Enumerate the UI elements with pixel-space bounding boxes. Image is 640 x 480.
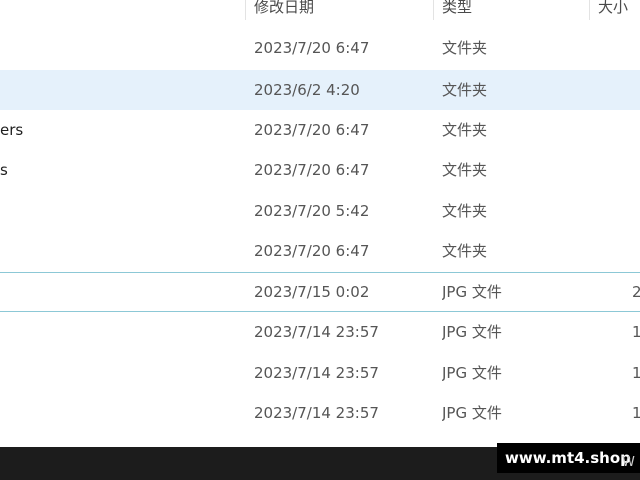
file-row[interactable]: 2023/7/14 23:57 JPG 文件 1: [0, 393, 640, 433]
file-size: 1: [632, 323, 640, 341]
file-modified-date: 2023/7/20 6:47: [254, 161, 370, 179]
file-type: 文件夹: [442, 242, 488, 260]
file-modified-date: 2023/7/20 5:42: [254, 202, 370, 220]
watermark-tail: W: [622, 455, 635, 470]
file-type: JPG 文件: [442, 364, 502, 382]
file-size: [632, 231, 640, 271]
file-size: 1: [632, 404, 640, 422]
file-row[interactable]: 2023/7/20 6:47 文件夹: [0, 231, 640, 271]
file-name: [0, 273, 240, 311]
file-type: 文件夹: [442, 81, 488, 99]
column-header-bar: 修改日期 类型 大小: [0, 0, 640, 20]
file-row[interactable]: 2023/7/20 6:47 文件夹: [0, 28, 640, 68]
file-name: s: [0, 161, 8, 179]
file-size: [632, 150, 640, 190]
file-type: JPG 文件: [442, 404, 502, 422]
file-name: [0, 353, 240, 393]
file-name: [0, 191, 240, 231]
file-size: [632, 110, 640, 150]
file-name: [0, 231, 240, 271]
file-modified-date: 2023/7/20 6:47: [254, 121, 370, 139]
file-type: 文件夹: [442, 121, 488, 139]
file-name: [0, 28, 240, 68]
file-type: 文件夹: [442, 39, 488, 57]
file-modified-date: 2023/7/14 23:57: [254, 404, 379, 422]
file-type: 文件夹: [442, 161, 488, 179]
file-row[interactable]: 2023/7/14 23:57 JPG 文件 1: [0, 353, 640, 393]
file-modified-date: 2023/7/20 6:47: [254, 39, 370, 57]
file-size: [632, 191, 640, 231]
file-size: 1: [632, 364, 640, 382]
file-modified-date: 2023/7/20 6:47: [254, 242, 370, 260]
file-name: [0, 70, 240, 110]
file-row[interactable]: s 2023/7/20 6:47 文件夹: [0, 150, 640, 190]
file-modified-date: 2023/6/2 4:20: [254, 81, 360, 99]
file-type: 文件夹: [442, 202, 488, 220]
file-name: [0, 312, 240, 352]
file-row[interactable]: 2023/7/14 23:57 JPG 文件 1: [0, 312, 640, 352]
file-size: [632, 28, 640, 68]
column-header-date[interactable]: 修改日期: [246, 0, 433, 20]
file-type: JPG 文件: [442, 283, 502, 301]
file-size: [632, 70, 640, 110]
file-name: [0, 393, 240, 433]
file-row[interactable]: ers 2023/7/20 6:47 文件夹: [0, 110, 640, 150]
watermark-label: www.mt4.shop: [497, 443, 640, 473]
file-modified-date: 2023/7/15 0:02: [254, 283, 370, 301]
file-type: JPG 文件: [442, 323, 502, 341]
column-header-size[interactable]: 大小: [590, 0, 640, 20]
file-row[interactable]: 2023/7/20 5:42 文件夹: [0, 191, 640, 231]
file-size: 2: [632, 283, 640, 301]
file-row-selected[interactable]: 2023/6/2 4:20 文件夹: [0, 70, 640, 110]
column-header-type[interactable]: 类型: [434, 0, 589, 20]
file-name: ers: [0, 121, 24, 139]
file-modified-date: 2023/7/14 23:57: [254, 323, 379, 341]
file-modified-date: 2023/7/14 23:57: [254, 364, 379, 382]
file-row-focused[interactable]: 2023/7/15 0:02 JPG 文件 2: [0, 272, 640, 312]
